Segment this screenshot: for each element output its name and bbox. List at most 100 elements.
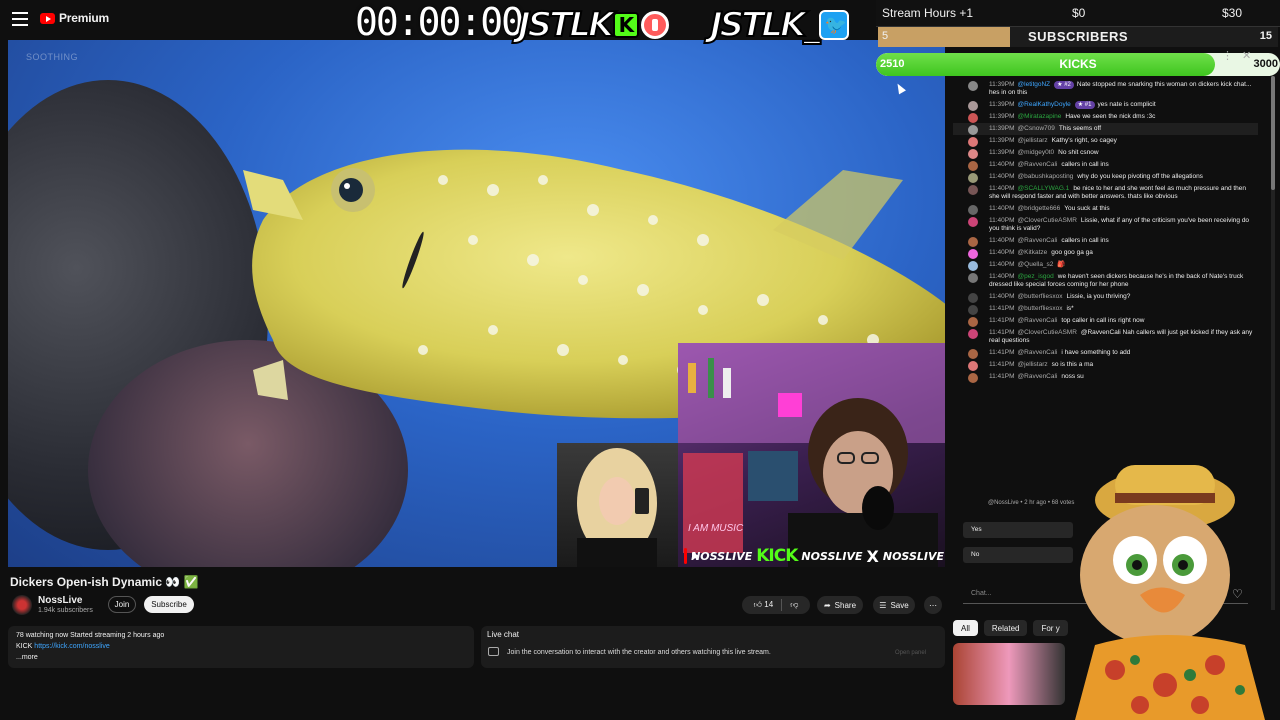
- chat-avatar[interactable]: [968, 173, 978, 183]
- chat-message[interactable]: 11:41PM @RavvenCali i have something to ad…: [953, 347, 1258, 359]
- chat-message[interactable]: 11:41PM @RavvenCali top caller in call ins…: [953, 315, 1258, 327]
- chat-message[interactable]: 11:41PM @CloverCutieASMR @RavvenCali Nah c…: [953, 327, 1258, 347]
- youtube-logo[interactable]: Premium: [40, 11, 109, 25]
- kick-badge-icon: K: [613, 12, 640, 38]
- chat-avatar[interactable]: [968, 205, 978, 215]
- chat-message[interactable]: 11:40PM @RavvenCali callers in call ins: [953, 159, 1258, 171]
- chat-close-icon[interactable]: ✕: [1242, 49, 1251, 62]
- chat-username[interactable]: @RavvenCali: [1018, 349, 1058, 356]
- chat-username[interactable]: @SCALLYWAG.1: [1018, 185, 1070, 192]
- chat-avatar[interactable]: [968, 217, 978, 227]
- chat-message[interactable]: 11:41PM @butterfliesxox is*: [953, 303, 1258, 315]
- chat-avatar[interactable]: [968, 261, 978, 271]
- chat-username[interactable]: @Miratazapine: [1018, 113, 1062, 120]
- chat-message[interactable]: 11:39PM @midgey0t0 No shit csnow: [953, 147, 1258, 159]
- chat-username[interactable]: @RavvenCali: [1018, 317, 1058, 324]
- chat-username[interactable]: @babushkaposting: [1018, 173, 1074, 180]
- chat-username[interactable]: @CloverCutieASMR: [1018, 217, 1077, 224]
- chat-menu-icon[interactable]: ⋮: [1222, 49, 1233, 62]
- chat-avatar[interactable]: [968, 293, 978, 303]
- chat-avatar[interactable]: [968, 185, 978, 195]
- chat-username[interactable]: @bridgette666: [1018, 205, 1061, 212]
- chat-avatar[interactable]: [968, 273, 978, 283]
- chat-rank-badge: ★ #2: [1054, 81, 1074, 89]
- related-video-thumbnail[interactable]: [953, 643, 1065, 705]
- join-button[interactable]: Join: [108, 596, 136, 613]
- chat-avatar[interactable]: [968, 113, 978, 123]
- chat-avatar[interactable]: [968, 81, 978, 91]
- chat-username[interactable]: @Kitkatze: [1018, 249, 1048, 256]
- dislike-button[interactable]: 👎︎: [790, 600, 798, 610]
- chat-avatar[interactable]: [968, 101, 978, 111]
- chat-message[interactable]: 11:40PM @CloverCutieASMR Lissie, what if a…: [953, 215, 1258, 235]
- chat-username[interactable]: @midgey0t0: [1018, 149, 1055, 156]
- stream-timer: 00:00:00: [355, 0, 524, 44]
- chat-avatar[interactable]: [968, 149, 978, 159]
- tab-all[interactable]: All: [953, 620, 978, 636]
- chat-username[interactable]: @RealKathyDoyle: [1018, 101, 1071, 108]
- chat-timestamp: 11:41PM: [989, 317, 1015, 324]
- chat-text: is*: [1066, 305, 1074, 312]
- chat-message[interactable]: 11:40PM @butterfliesxox Lissie, ia you thr…: [953, 291, 1258, 303]
- chat-username[interactable]: @RavvenCali: [1018, 161, 1058, 168]
- chat-avatar[interactable]: [968, 249, 978, 259]
- chat-message[interactable]: 11:39PM @letitgoNZ ★ #2 Nate stopped me sna…: [953, 79, 1258, 99]
- like-button[interactable]: 👍︎ 14: [754, 600, 774, 610]
- chat-username[interactable]: @RavvenCali: [1018, 373, 1058, 380]
- chat-avatar[interactable]: [968, 317, 978, 327]
- chat-username[interactable]: @jellistarz: [1018, 361, 1048, 368]
- chat-username[interactable]: @Quella_s2: [1018, 261, 1054, 268]
- description-box[interactable]: 78 watching now Started streaming 2 hour…: [8, 626, 474, 668]
- chat-username[interactable]: @letitgoNZ: [1018, 81, 1051, 88]
- chat-username[interactable]: @pez_isgod: [1018, 273, 1054, 280]
- channel-name[interactable]: NossLive: [38, 595, 82, 606]
- chat-message[interactable]: 11:39PM @jellistarz Kathy's right, so cage…: [953, 135, 1258, 147]
- kick-handle: NOSSLIVE: [801, 549, 863, 563]
- subscribe-button[interactable]: Subscribe: [144, 596, 194, 613]
- chat-username[interactable]: @jellistarz: [1018, 137, 1048, 144]
- chat-message-list[interactable]: 11:39PM @letitgoNZ ★ #2 Nate stopped me sna…: [953, 79, 1258, 383]
- chat-message[interactable]: 11:39PM @Miratazapine Have we seen the nic…: [953, 111, 1258, 123]
- chat-message[interactable]: 11:40PM @pez_isgod we haven't seen dickers…: [953, 271, 1258, 291]
- chat-message[interactable]: 11:40PM @RavvenCali callers in call ins: [953, 235, 1258, 247]
- chat-avatar[interactable]: [968, 305, 978, 315]
- chat-message[interactable]: 11:40PM @bridgette666 You suck at this: [953, 203, 1258, 215]
- live-chat-text: Join the conversation to interact with t…: [507, 649, 771, 656]
- chat-message[interactable]: 11:41PM @jellistarz so is this a ma: [953, 359, 1258, 371]
- more-actions-button[interactable]: ⋯: [924, 596, 942, 614]
- description-more[interactable]: ...more: [16, 652, 466, 663]
- chat-avatar[interactable]: [968, 125, 978, 135]
- chat-username[interactable]: @CloverCutieASMR: [1018, 329, 1077, 336]
- chat-username[interactable]: @butterfliesxox: [1018, 305, 1063, 312]
- chat-username[interactable]: @Csnow709: [1018, 125, 1055, 132]
- chat-timestamp: 11:41PM: [989, 373, 1015, 380]
- stream-stats: 78 watching now Started streaming 2 hour…: [16, 632, 165, 639]
- chat-avatar[interactable]: [968, 161, 978, 171]
- chat-username[interactable]: @butterfliesxox: [1018, 293, 1063, 300]
- chat-message-body: 11:41PM @RavvenCali i have something to ad…: [989, 349, 1130, 357]
- chat-avatar[interactable]: [968, 361, 978, 371]
- save-button[interactable]: ☰ Save: [873, 596, 915, 614]
- chat-avatar[interactable]: [968, 329, 978, 339]
- chat-message[interactable]: 11:40PM @Quella_s2 🎒: [953, 259, 1258, 271]
- share-button[interactable]: ➦ Share: [817, 596, 863, 614]
- thumbs-down-icon: 👎︎: [790, 600, 799, 609]
- chat-message[interactable]: 11:41PM @RavvenCali noss su: [953, 371, 1258, 383]
- kick-link[interactable]: https://kick.com/nosslive: [34, 643, 109, 650]
- chat-username[interactable]: @RavvenCali: [1018, 237, 1058, 244]
- tab-related[interactable]: Related: [983, 620, 1028, 636]
- chat-message[interactable]: 11:39PM @RealKathyDoyle ★ #1 yes nate is co…: [953, 99, 1258, 111]
- chat-message[interactable]: 11:40PM @babushkaposting why do you keep p…: [953, 171, 1258, 183]
- chat-message[interactable]: 11:40PM @Kitkatze goo goo ga ga: [953, 247, 1258, 259]
- chat-message[interactable]: 11:39PM @Csnow709 This seems off: [953, 123, 1258, 135]
- chat-avatar[interactable]: [968, 349, 978, 359]
- chat-scrollbar-thumb[interactable]: [1271, 76, 1275, 190]
- channel-avatar[interactable]: [12, 595, 32, 615]
- description-kick-line: KICK https://kick.com/nosslive: [16, 641, 466, 652]
- menu-button[interactable]: [12, 12, 28, 26]
- chat-avatar[interactable]: [968, 137, 978, 147]
- chat-avatar[interactable]: [968, 237, 978, 247]
- open-panel-button[interactable]: Open panel: [895, 650, 926, 656]
- chat-avatar[interactable]: [968, 373, 978, 383]
- chat-message[interactable]: 11:40PM @SCALLYWAG.1 be nice to her and sh…: [953, 183, 1258, 203]
